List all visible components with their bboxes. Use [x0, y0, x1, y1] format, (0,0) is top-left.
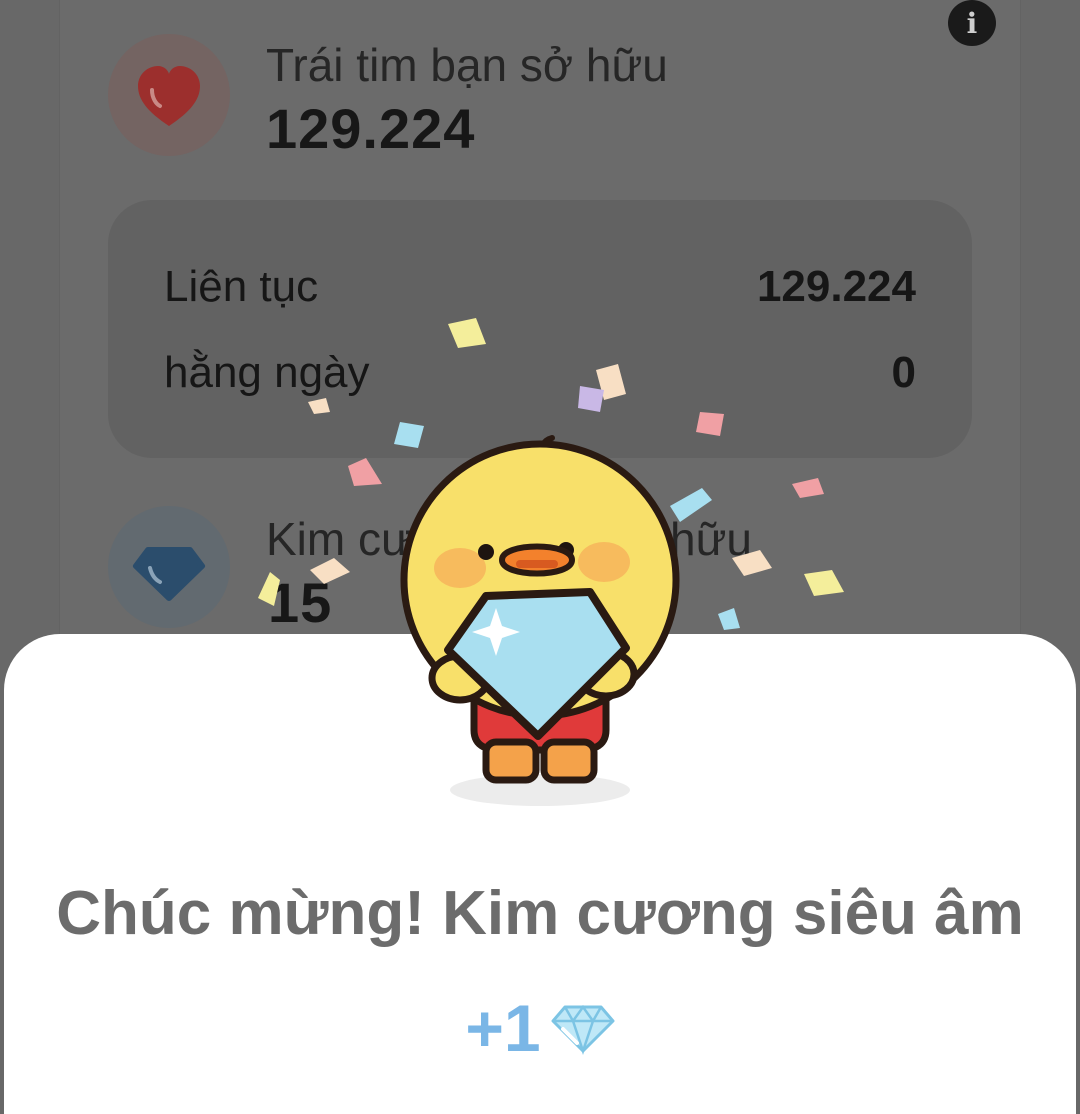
- heart-icon: [138, 66, 200, 126]
- hearts-value: 129.224: [266, 97, 476, 160]
- diamond-badge: [108, 506, 230, 628]
- info-icon[interactable]: i: [948, 0, 996, 46]
- breakdown-label: Liên tục: [164, 262, 319, 311]
- reward-value: +1: [465, 991, 541, 1065]
- duck-mascot-icon: [400, 435, 680, 806]
- diamond-icon: [133, 547, 205, 601]
- popup-title: Chúc mừng! Kim cương siêu âm: [56, 879, 1024, 948]
- hearts-breakdown: Liên tục 129.224 hằng ngày 0: [108, 200, 972, 458]
- breakdown-value: 0: [891, 348, 916, 397]
- hearts-label: Trái tim bạn sở hữu: [266, 39, 668, 91]
- breakdown-label: hằng ngày: [164, 348, 370, 397]
- heart-badge: [108, 34, 230, 156]
- reward-amount: +1: [0, 990, 1080, 1066]
- diamond-icon: [551, 1004, 615, 1055]
- breakdown-value: 129.224: [756, 262, 916, 311]
